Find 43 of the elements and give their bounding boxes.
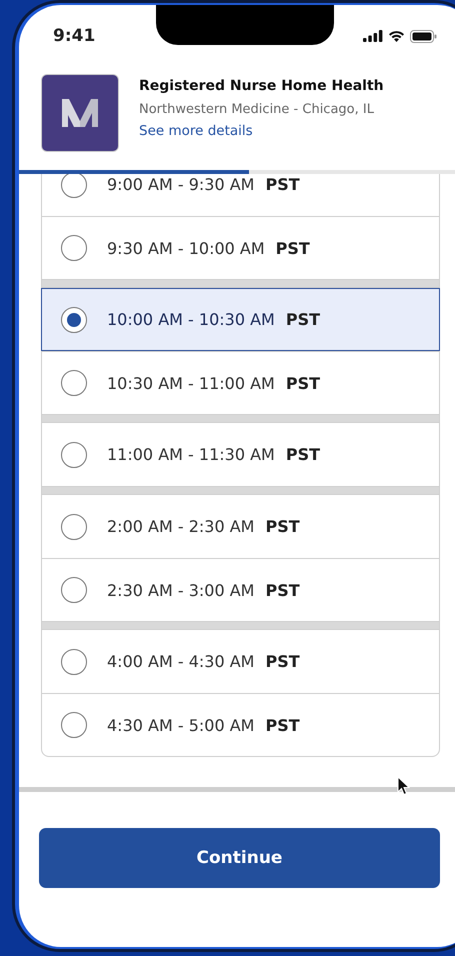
status-time: 9:41: [53, 26, 96, 46]
slot-time: 4:00 AM - 4:30 AM: [107, 652, 254, 671]
time-slot-option[interactable]: 4:30 AM - 5:00 AM PST: [42, 693, 439, 756]
slot-time: 9:30 AM - 10:00 AM: [107, 238, 265, 258]
see-more-details-link[interactable]: See more details: [139, 123, 384, 139]
logo-mark-icon: [62, 99, 98, 127]
slot-time: 11:00 AM - 11:30 AM: [107, 445, 275, 464]
slot-time: 10:00 AM - 10:30 AM: [107, 310, 275, 329]
mouse-pointer-icon: [397, 776, 410, 796]
job-title: Registered Nurse Home Health: [139, 78, 384, 94]
signal-icon: [363, 30, 383, 42]
slot-timezone: PST: [286, 374, 320, 392]
radio-icon[interactable]: [61, 442, 87, 468]
time-slot-option[interactable]: 9:00 AM - 9:30 AM PST: [42, 174, 439, 216]
slot-timezone: PST: [265, 716, 300, 734]
radio-selected-icon[interactable]: [61, 306, 87, 332]
slot-timezone: PST: [276, 238, 310, 258]
time-slot-option[interactable]: 10:00 AM - 10:30 AM PST: [41, 288, 440, 351]
radio-icon[interactable]: [61, 514, 87, 540]
radio-icon[interactable]: [61, 648, 87, 674]
radio-icon[interactable]: [61, 174, 87, 198]
employer-location: Northwestern Medicine - Chicago, IL: [139, 102, 375, 117]
slot-time: 9:00 AM - 9:30 AM: [107, 175, 254, 194]
slot-timezone: PST: [265, 517, 300, 536]
wifi-icon: [388, 30, 405, 42]
radio-icon[interactable]: [61, 370, 87, 396]
slot-time: 2:30 AM - 3:00 AM: [107, 580, 254, 600]
slot-timezone: PST: [265, 580, 300, 600]
time-slot-option[interactable]: 2:00 AM - 2:30 AM PST: [42, 495, 439, 558]
slot-timezone: PST: [286, 445, 320, 464]
radio-icon[interactable]: [61, 235, 87, 261]
time-slot-option[interactable]: 11:00 AM - 11:30 AM PST: [42, 423, 439, 486]
radio-icon[interactable]: [61, 712, 87, 738]
time-slot-option[interactable]: 4:00 AM - 4:30 AM PST: [42, 630, 439, 693]
battery-icon: [410, 30, 437, 42]
slot-time: 4:30 AM - 5:00 AM: [107, 716, 254, 734]
slot-timezone: PST: [265, 652, 300, 671]
slot-time: 10:30 AM - 11:00 AM: [107, 374, 275, 392]
radio-icon[interactable]: [61, 577, 87, 603]
slot-timezone: PST: [265, 175, 300, 194]
slot-time: 2:00 AM - 2:30 AM: [107, 517, 254, 536]
continue-button[interactable]: Continue: [39, 828, 440, 888]
slot-timezone: PST: [286, 310, 320, 329]
